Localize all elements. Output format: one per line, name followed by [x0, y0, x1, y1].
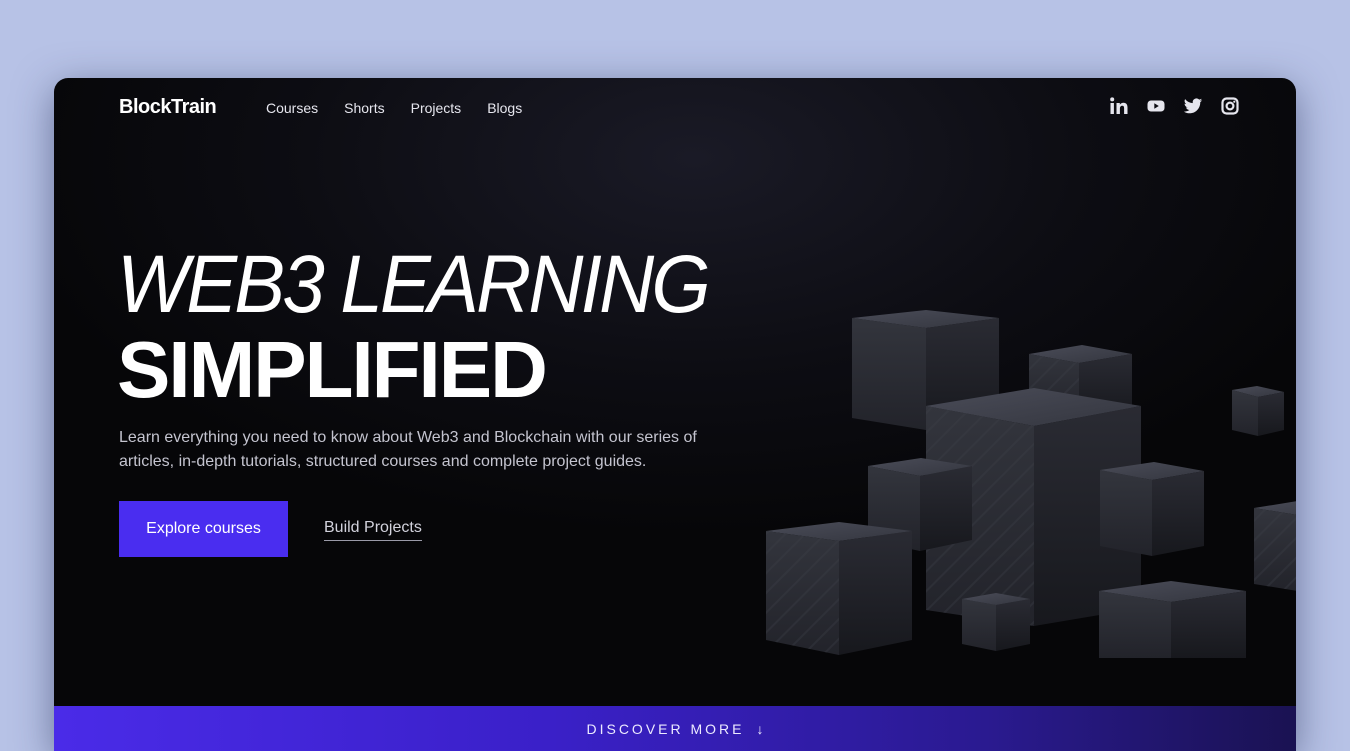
discover-more-label: DISCOVER MORE — [586, 720, 745, 737]
cube-shape — [1232, 386, 1284, 436]
nav-link-shorts[interactable]: Shorts — [344, 100, 384, 116]
nav-link-blogs[interactable]: Blogs — [487, 100, 522, 116]
build-projects-link[interactable]: Build Projects — [324, 519, 422, 541]
cube-shape — [962, 593, 1030, 651]
hero-description: Learn everything you need to know about … — [119, 429, 697, 470]
nav-links: Courses Shorts Projects Blogs — [266, 100, 522, 116]
cube-shape — [1100, 462, 1204, 556]
instagram-icon[interactable] — [1220, 96, 1240, 116]
discover-more-bar[interactable]: DISCOVER MORE ↓ — [54, 706, 1296, 751]
explore-courses-button[interactable]: Explore courses — [119, 501, 288, 557]
twitter-icon[interactable] — [1183, 96, 1203, 116]
cubes-illustration — [766, 310, 1296, 658]
brand-logo[interactable]: BlockTrain — [119, 96, 217, 119]
cube-shape — [1099, 581, 1246, 658]
nav-link-projects[interactable]: Projects — [411, 100, 462, 116]
arrow-down-icon: ↓ — [756, 720, 764, 737]
cube-shape — [766, 522, 912, 655]
hero-title-line-2: SIMPLIFIED — [117, 325, 548, 414]
cube-shape — [1254, 501, 1296, 591]
hero-title-line-1: WEB3 LEARNING — [117, 239, 711, 330]
youtube-icon[interactable] — [1146, 96, 1166, 116]
nav-link-courses[interactable]: Courses — [266, 100, 318, 116]
top-navigation: BlockTrain Courses Shorts Projects Blogs — [54, 78, 1296, 138]
linkedin-icon[interactable] — [1109, 96, 1129, 116]
browser-window: BlockTrain Courses Shorts Projects Blogs — [54, 78, 1296, 751]
social-links — [1109, 96, 1240, 116]
